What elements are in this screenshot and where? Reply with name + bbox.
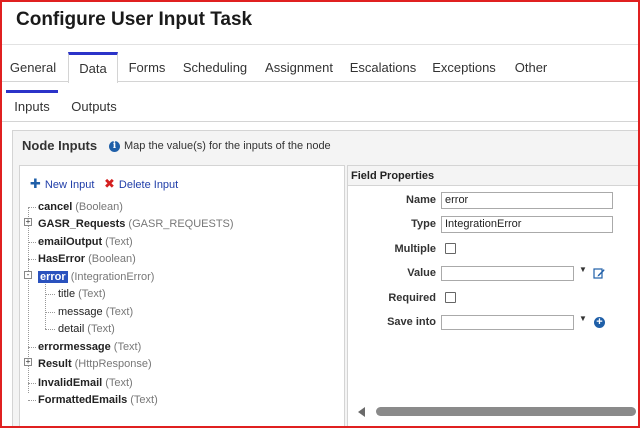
- save-into-select[interactable]: [441, 315, 574, 330]
- panel-info-text: Map the value(s) for the inputs of the n…: [124, 140, 331, 152]
- tab-other[interactable]: Other: [508, 52, 554, 82]
- tree-node-invalidemail[interactable]: InvalidEmail (Text): [38, 376, 133, 390]
- delete-input-button[interactable]: ✖ Delete Input: [104, 176, 178, 192]
- tree-node-errormessage[interactable]: errormessage (Text): [38, 340, 141, 354]
- multiple-label: Multiple: [394, 243, 436, 255]
- tree-node-haserror[interactable]: HasError (Boolean): [38, 252, 136, 266]
- horizontal-scrollbar[interactable]: [358, 406, 638, 418]
- window-frame: Configure User Input Task General Data F…: [0, 0, 640, 428]
- page-title: Configure User Input Task: [16, 9, 253, 30]
- add-circle-icon[interactable]: +: [594, 317, 605, 328]
- scrollbar-thumb[interactable]: [376, 407, 636, 416]
- save-into-label: Save into: [387, 316, 436, 328]
- tab-exceptions[interactable]: Exceptions: [428, 52, 500, 82]
- field-properties-header: Field Properties: [348, 166, 638, 186]
- new-input-label: New Input: [44, 179, 95, 191]
- tree-connector: [28, 207, 36, 208]
- delete-input-label: Delete Input: [118, 179, 179, 191]
- edit-icon[interactable]: [593, 267, 605, 279]
- value-select[interactable]: [441, 266, 574, 281]
- tree-node-gasr-requests[interactable]: GASR_Requests (GASR_REQUESTS): [38, 217, 234, 231]
- chevron-down-icon[interactable]: ▼: [579, 265, 587, 274]
- tree-node-emailoutput[interactable]: emailOutput (Text): [38, 235, 133, 249]
- tree-node-title[interactable]: title (Text): [58, 287, 106, 301]
- tree-connector: [28, 383, 36, 384]
- new-input-button[interactable]: ✚ New Input: [30, 176, 94, 192]
- panel-header: Node Inputs i Map the value(s) for the i…: [13, 131, 638, 161]
- tree-connector: [45, 329, 55, 330]
- main-tabs: General Data Forms Scheduling Assignment…: [2, 52, 638, 83]
- collapse-toggle[interactable]: -: [24, 271, 32, 279]
- tree-node-cancel[interactable]: cancel (Boolean): [38, 200, 123, 214]
- node-inputs-panel: Node Inputs i Map the value(s) for the i…: [12, 130, 638, 426]
- name-field[interactable]: error: [441, 192, 613, 209]
- panel-title: Node Inputs: [22, 138, 98, 153]
- subtab-inputs[interactable]: Inputs: [6, 90, 58, 122]
- plus-icon: ✚: [30, 176, 41, 191]
- scroll-left-arrow[interactable]: [358, 407, 365, 417]
- required-checkbox[interactable]: [445, 292, 456, 303]
- value-label: Value: [407, 267, 436, 279]
- chevron-down-icon[interactable]: ▼: [579, 314, 587, 323]
- type-field[interactable]: IntegrationError: [441, 216, 613, 233]
- field-properties-panel: Field Properties Name error Type Integra…: [347, 165, 638, 426]
- tree-node-error[interactable]: error (IntegrationError): [38, 270, 154, 284]
- tree-branch-line: [45, 277, 46, 329]
- info-icon: i: [109, 141, 120, 152]
- tree-node-result[interactable]: Result (HttpResponse): [38, 357, 152, 371]
- tree-connector: [28, 400, 36, 401]
- input-tree: ✚ New Input ✖ Delete Input cancel (Boolean)…: [19, 165, 345, 426]
- subtab-outputs[interactable]: Outputs: [66, 90, 122, 122]
- name-label: Name: [406, 194, 436, 206]
- tree-connector: [45, 294, 55, 295]
- tree-connector: [28, 259, 36, 260]
- tab-scheduling[interactable]: Scheduling: [178, 52, 252, 82]
- tab-forms[interactable]: Forms: [122, 52, 172, 82]
- tree-connector: [28, 347, 36, 348]
- multiple-checkbox[interactable]: [445, 243, 456, 254]
- tab-data[interactable]: Data: [68, 52, 118, 83]
- expand-toggle[interactable]: +: [24, 358, 32, 366]
- sub-tabs: Inputs Outputs: [2, 90, 638, 122]
- tree-node-detail[interactable]: detail (Text): [58, 322, 115, 336]
- x-icon: ✖: [104, 176, 115, 191]
- tree-connector: [45, 312, 55, 313]
- type-label: Type: [411, 218, 436, 230]
- required-label: Required: [388, 292, 436, 304]
- expand-toggle[interactable]: +: [24, 218, 32, 226]
- tab-general[interactable]: General: [2, 52, 64, 82]
- title-divider: [2, 44, 638, 45]
- tree-node-formattedemails[interactable]: FormattedEmails (Text): [38, 393, 158, 407]
- tab-assignment[interactable]: Assignment: [260, 52, 338, 82]
- tree-connector: [28, 242, 36, 243]
- tree-node-message[interactable]: message (Text): [58, 305, 133, 319]
- tab-escalations[interactable]: Escalations: [346, 52, 420, 82]
